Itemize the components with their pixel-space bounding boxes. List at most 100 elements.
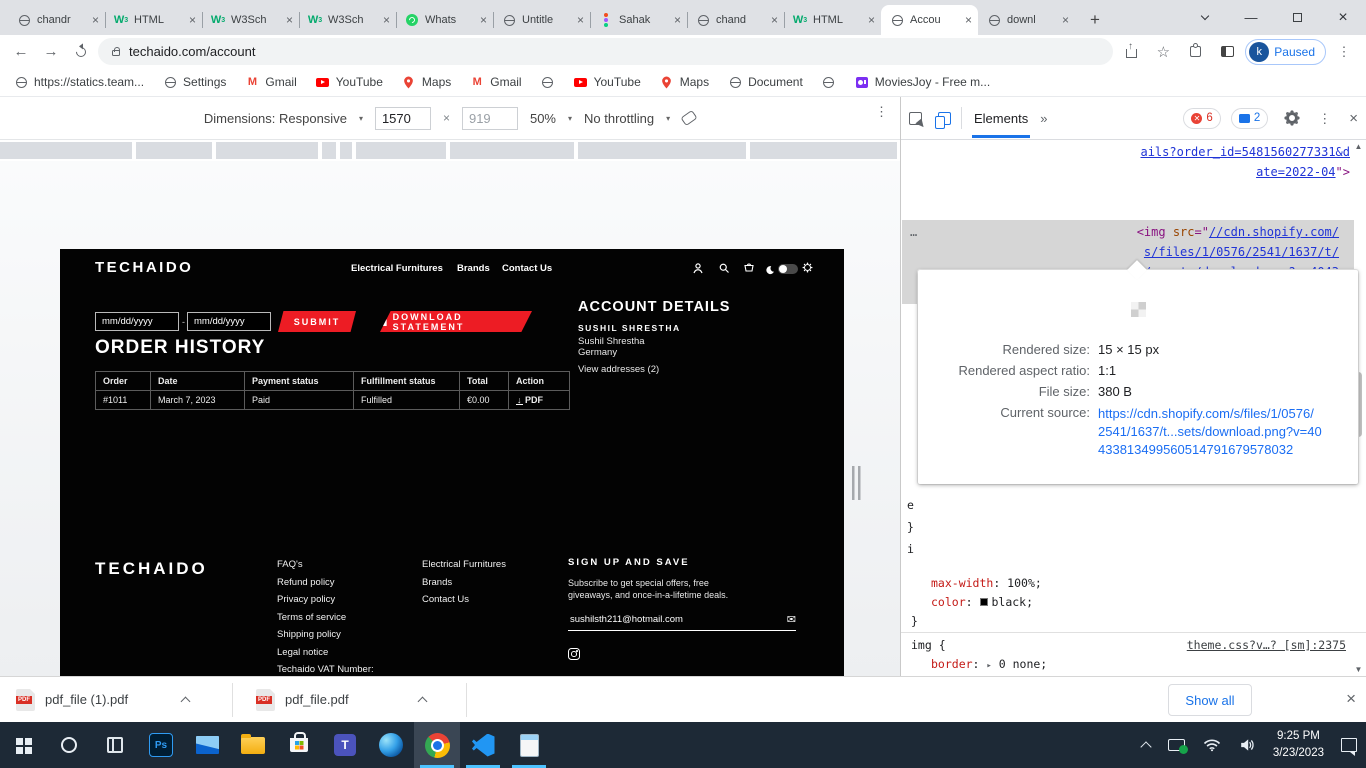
volume-icon[interactable] [1230,722,1265,768]
action-center-icon[interactable] [1332,722,1366,768]
dom-line[interactable]: ails?order_id=5481560277331&d [1140,142,1350,162]
nav-electrical-furnitures[interactable]: Electrical Furnitures [351,263,443,274]
footer-link[interactable]: Contact Us [422,594,542,605]
dimensions-select[interactable]: Dimensions: Responsive [204,111,347,126]
bookmark-youtube[interactable]: YouTube [316,75,383,89]
media-query-segment[interactable] [450,142,574,159]
tab-close-icon[interactable]: × [674,14,681,26]
inspect-element-icon[interactable] [909,111,922,125]
chrome-icon[interactable] [414,722,460,768]
view-addresses-link[interactable]: View addresses (2) [578,364,659,375]
tab-close-icon[interactable]: × [577,14,584,26]
mail-icon[interactable] [184,722,230,768]
bookmark-document[interactable]: Document [728,75,803,89]
cart-icon[interactable] [743,261,755,279]
bookmark-unnamed-2[interactable] [822,75,836,89]
tab-close-icon[interactable]: × [868,14,875,26]
minimize-button[interactable]: — [1228,0,1274,35]
start-button[interactable] [0,722,46,768]
close-button[interactable]: × [1320,0,1366,35]
media-query-segment[interactable] [322,142,336,159]
account-icon[interactable] [692,261,704,279]
notepad-icon[interactable] [506,722,552,768]
bookmark-star-icon[interactable]: ☆ [1149,39,1177,65]
css-declaration[interactable]: color: black; [931,593,1033,612]
console-messages-badge[interactable]: 2 [1230,107,1269,129]
photoshop-icon[interactable]: Ps [138,722,184,768]
tab-close-icon[interactable]: × [480,14,487,26]
tab-close-icon[interactable]: × [965,14,972,26]
settings-gear-icon[interactable] [1286,112,1299,124]
tab-search-icon[interactable] [1182,0,1228,35]
downloads-bar-close-icon[interactable]: × [1346,689,1356,709]
dark-mode-toggle[interactable] [778,264,798,274]
footer-link[interactable]: Shipping policy [277,629,402,640]
footer-link[interactable]: Privacy policy [277,594,402,605]
browser-menu-icon[interactable]: ⋮ [1330,39,1358,65]
device-toolbar-menu-icon[interactable]: ⋮ [875,105,888,118]
tray-expand-icon[interactable] [1133,722,1159,768]
restore-button[interactable] [1274,0,1320,35]
envelope-icon[interactable]: ✉ [787,613,796,626]
side-panel-icon[interactable] [1213,39,1241,65]
media-query-segment[interactable] [750,142,897,159]
tab-w3sch-1[interactable]: W 3 W3Sch × [202,5,299,35]
devtools-close-icon[interactable]: × [1349,110,1358,127]
cell-order[interactable]: #1011 [95,390,151,410]
lock-icon[interactable] [112,47,120,56]
file-explorer-icon[interactable] [230,722,276,768]
console-errors-badge[interactable]: ✕ 6 [1183,107,1221,129]
throttling-select[interactable]: No throttling [584,111,654,126]
bookmark-unnamed-1[interactable] [541,75,555,89]
footer-link[interactable]: Refund policy [277,577,402,588]
date-from-input[interactable]: mm/dd/yyyy [95,312,179,331]
bookmark-moviesjoy[interactable]: MoviesJoy - Free m... [855,75,990,89]
instagram-icon[interactable] [568,647,808,665]
chevron-up-icon[interactable] [180,696,191,707]
bookmark-statics[interactable]: https://statics.team... [14,75,144,89]
address-bar[interactable]: techaido.com/account [98,38,1114,65]
nav-brands[interactable]: Brands [457,263,490,274]
microsoft-store-icon[interactable] [276,722,322,768]
tab-w3sch-2[interactable]: W 3 W3Sch × [299,5,396,35]
bookmark-gmail-2[interactable]: M Gmail [470,75,522,89]
bookmark-gmail[interactable]: M Gmail [245,75,297,89]
extensions-icon[interactable] [1181,39,1209,65]
css-selector[interactable]: img { [911,636,946,655]
edge-icon[interactable] [368,722,414,768]
tab-chandr[interactable]: chandr × [8,5,105,35]
media-query-segment[interactable] [216,142,318,159]
vscode-icon[interactable] [460,722,506,768]
tab-download[interactable]: downl × [978,5,1075,35]
scroll-up-icon[interactable]: ▲ [1353,142,1364,151]
tab-chand[interactable]: chand × [687,5,784,35]
tab-close-icon[interactable]: × [771,14,778,26]
viewport-height-input[interactable] [461,106,518,130]
footer-link[interactable]: FAQ's [277,559,402,570]
rotate-viewport-icon[interactable] [680,109,698,127]
reload-button[interactable] [68,39,94,65]
share-icon[interactable] [1117,39,1145,65]
tab-close-icon[interactable]: × [92,14,99,26]
viewport-resize-handle-right[interactable] [852,466,861,500]
media-query-segment[interactable] [578,142,746,159]
bookmark-maps[interactable]: Maps [402,75,451,89]
color-swatch[interactable] [980,598,989,606]
download-item-1[interactable]: pdf_file (1).pdf [16,677,191,722]
tab-elements[interactable]: Elements [972,99,1031,138]
device-toolbar-toggle-icon[interactable] [935,111,951,129]
taskbar-clock[interactable]: 9:25 PM 3/23/2023 [1265,728,1332,761]
dom-line[interactable]: ate=2022-04"> [1256,162,1350,182]
show-all-downloads-button[interactable]: Show all [1168,684,1252,716]
cell-action[interactable]: ↓ PDF [508,390,570,410]
source-link[interactable]: https://cdn.shopify.com/s/files/1/0576/ … [1098,405,1322,459]
media-query-segment[interactable] [340,142,352,159]
ellipsis-marker[interactable]: … [910,222,917,242]
tab-account-active[interactable]: Accou × [881,5,978,35]
chevron-up-icon[interactable] [417,696,428,707]
viewport-width-input[interactable] [374,106,431,130]
submit-button[interactable]: SUBMIT [278,311,356,332]
media-query-segment[interactable] [356,142,446,159]
scroll-down-icon[interactable]: ▼ [1353,665,1364,674]
tab-close-icon[interactable]: × [1062,14,1069,26]
